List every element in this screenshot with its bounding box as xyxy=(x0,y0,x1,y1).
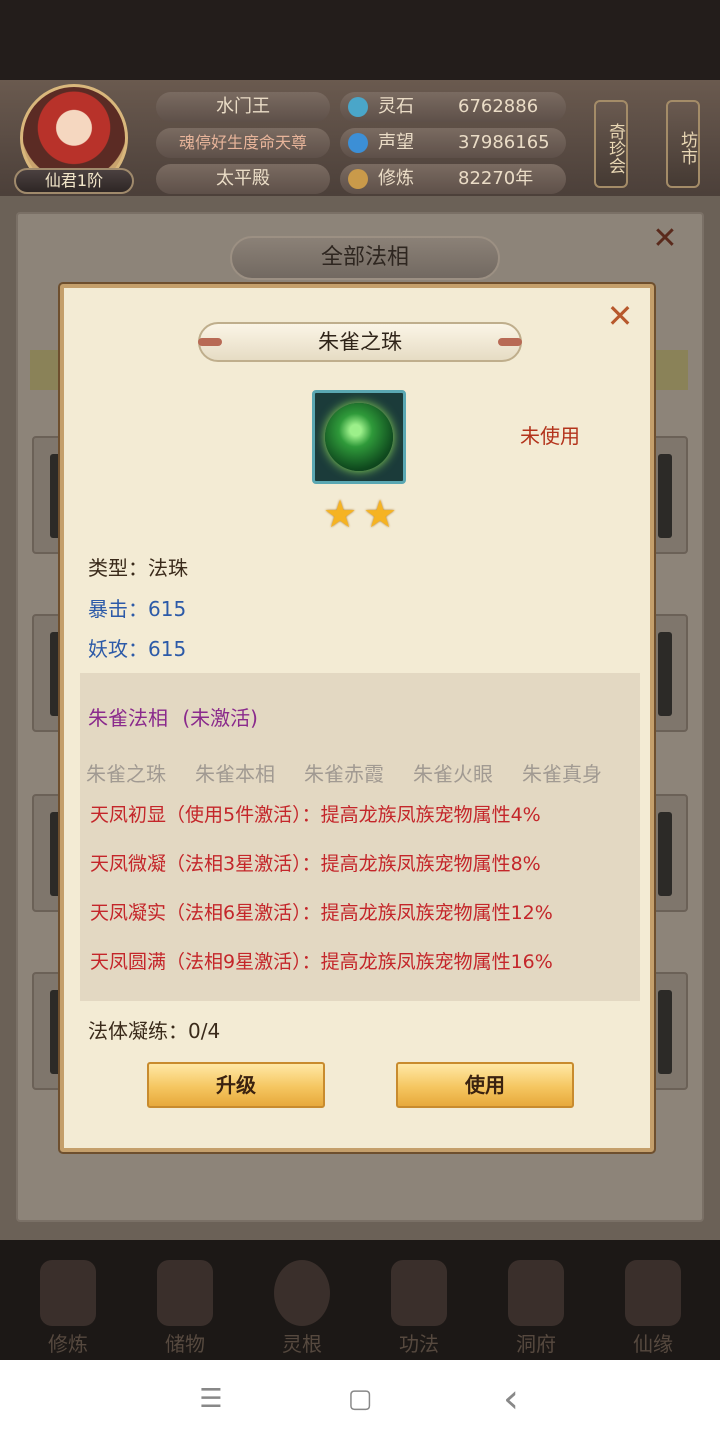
set-member: 朱雀本相 xyxy=(195,762,275,786)
home-icon[interactable]: ▢ xyxy=(345,1384,375,1414)
nav-technique[interactable]: 功法 xyxy=(369,1254,469,1356)
sect-name: 水门王 xyxy=(156,92,330,122)
menu-icon[interactable]: ☰ xyxy=(196,1384,226,1414)
attribute-demon-attack: 妖攻：615 xyxy=(88,637,187,661)
prestige-icon xyxy=(348,133,368,153)
technique-book-icon xyxy=(391,1260,447,1326)
star-icon: ★ xyxy=(322,492,358,536)
item-name-title: 朱雀之珠 xyxy=(198,322,522,362)
set-effect: 天凤微凝（法相3星激活）：提高龙族凤族宠物属性8% xyxy=(90,853,541,875)
nav-cultivate[interactable]: 修炼 xyxy=(18,1254,118,1356)
resource-prestige: 声望 37986165 xyxy=(340,128,566,158)
back-icon[interactable]: ‹ xyxy=(496,1379,526,1419)
set-member: 朱雀赤霞 xyxy=(304,762,384,786)
set-member: 朱雀火眼 xyxy=(413,762,493,786)
star-icon: ★ xyxy=(362,492,398,536)
set-member: 朱雀之珠 xyxy=(86,762,166,786)
dialog-close-icon[interactable]: ✕ xyxy=(602,298,638,334)
upgrade-button[interactable]: 升级 xyxy=(147,1062,325,1108)
bottom-nav: 修炼 储物 灵根 功法 洞府 仙缘 xyxy=(0,1240,720,1360)
attribute-crit: 暴击：615 xyxy=(88,597,187,621)
palace-name: 太平殿 xyxy=(156,164,330,194)
all-faxiang-title: 全部法相 xyxy=(230,236,500,280)
spirit-root-icon xyxy=(274,1260,330,1326)
player-title: 魂停好生度命天尊 xyxy=(156,128,330,158)
system-nav-bar: ☰ ▢ ‹ xyxy=(0,1360,720,1440)
nav-cave[interactable]: 洞府 xyxy=(486,1254,586,1356)
treasure-auction-button[interactable]: 奇珍会 xyxy=(594,100,628,188)
item-icon xyxy=(312,390,406,484)
spirit-stone-icon xyxy=(348,97,368,117)
status-bar xyxy=(0,0,720,80)
cultivation-icon xyxy=(348,169,368,189)
use-button[interactable]: 使用 xyxy=(396,1062,574,1108)
usage-status: 未使用 xyxy=(520,424,580,448)
nav-spirit-root[interactable]: 灵根 xyxy=(252,1254,352,1356)
set-member: 朱雀真身 xyxy=(522,762,602,786)
storage-bag-icon xyxy=(157,1260,213,1326)
cave-icon xyxy=(508,1260,564,1326)
vermilion-bird-orb-icon xyxy=(325,403,393,471)
refine-progress: 法体凝练：0/4 xyxy=(88,1019,221,1043)
set-effect: 天凤凝实（法相6星激活）：提高龙族凤族宠物属性12% xyxy=(90,902,553,924)
nav-fate[interactable]: 仙缘 xyxy=(603,1254,703,1356)
market-button[interactable]: 坊市 xyxy=(666,100,700,188)
player-rank: 仙君1阶 xyxy=(14,168,134,194)
set-effect: 天凤初显（使用5件激活）：提高龙族凤族宠物属性4% xyxy=(90,804,541,826)
resource-spirit-stone: 灵石 6762886 xyxy=(340,92,566,122)
cultivate-icon xyxy=(40,1260,96,1326)
item-type: 类型：法珠 xyxy=(88,556,188,580)
panel-close-icon[interactable]: ✕ xyxy=(648,222,682,256)
resource-cultivation: 修炼 82270年 xyxy=(340,164,566,194)
set-title: 朱雀法相 (未激活) xyxy=(88,706,258,730)
nav-storage[interactable]: 储物 xyxy=(135,1254,235,1356)
set-effect: 天凤圆满（法相9星激活）：提高龙族凤族宠物属性16% xyxy=(90,951,553,973)
fate-icon xyxy=(625,1260,681,1326)
